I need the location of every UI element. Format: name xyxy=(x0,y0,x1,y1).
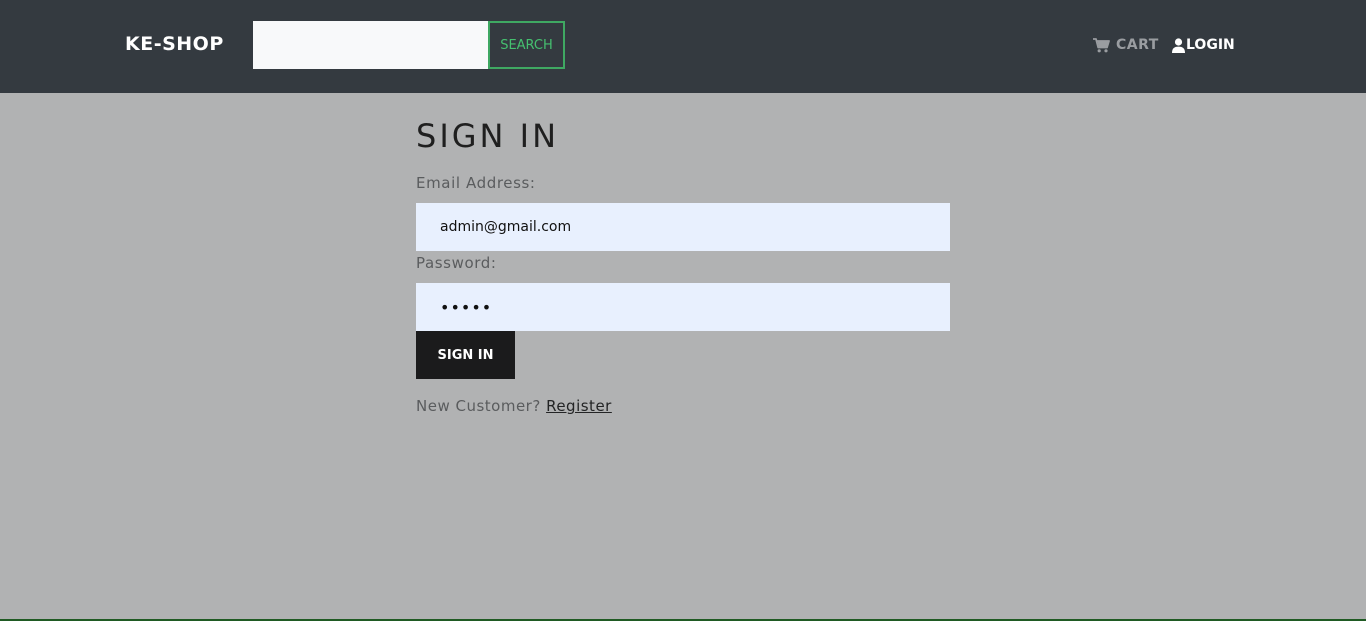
new-customer-row: New Customer? Register xyxy=(416,396,612,416)
page-title: SIGN IN xyxy=(416,117,560,155)
search-input[interactable] xyxy=(253,21,488,69)
register-link[interactable]: Register xyxy=(546,397,612,415)
sign-in-button[interactable]: SIGN IN xyxy=(416,331,515,379)
email-label: Email Address: xyxy=(416,174,536,192)
brand-logo-link[interactable]: KE-SHOP xyxy=(125,32,224,56)
nav-login-link[interactable]: LOGIN xyxy=(1172,35,1235,55)
password-label: Password: xyxy=(416,254,497,272)
user-icon xyxy=(1172,37,1185,53)
nav-login-label: LOGIN xyxy=(1186,37,1235,53)
shopping-cart-icon xyxy=(1093,37,1110,53)
new-customer-text: New Customer? xyxy=(416,397,547,415)
nav-cart-label: CART xyxy=(1116,37,1159,53)
search-button[interactable]: SEARCH xyxy=(488,21,565,69)
email-field[interactable] xyxy=(416,203,950,251)
navbar: KE-SHOP SEARCH CART LOGIN xyxy=(0,0,1366,93)
password-field[interactable] xyxy=(416,283,950,331)
nav-cart-link[interactable]: CART xyxy=(1093,35,1159,55)
